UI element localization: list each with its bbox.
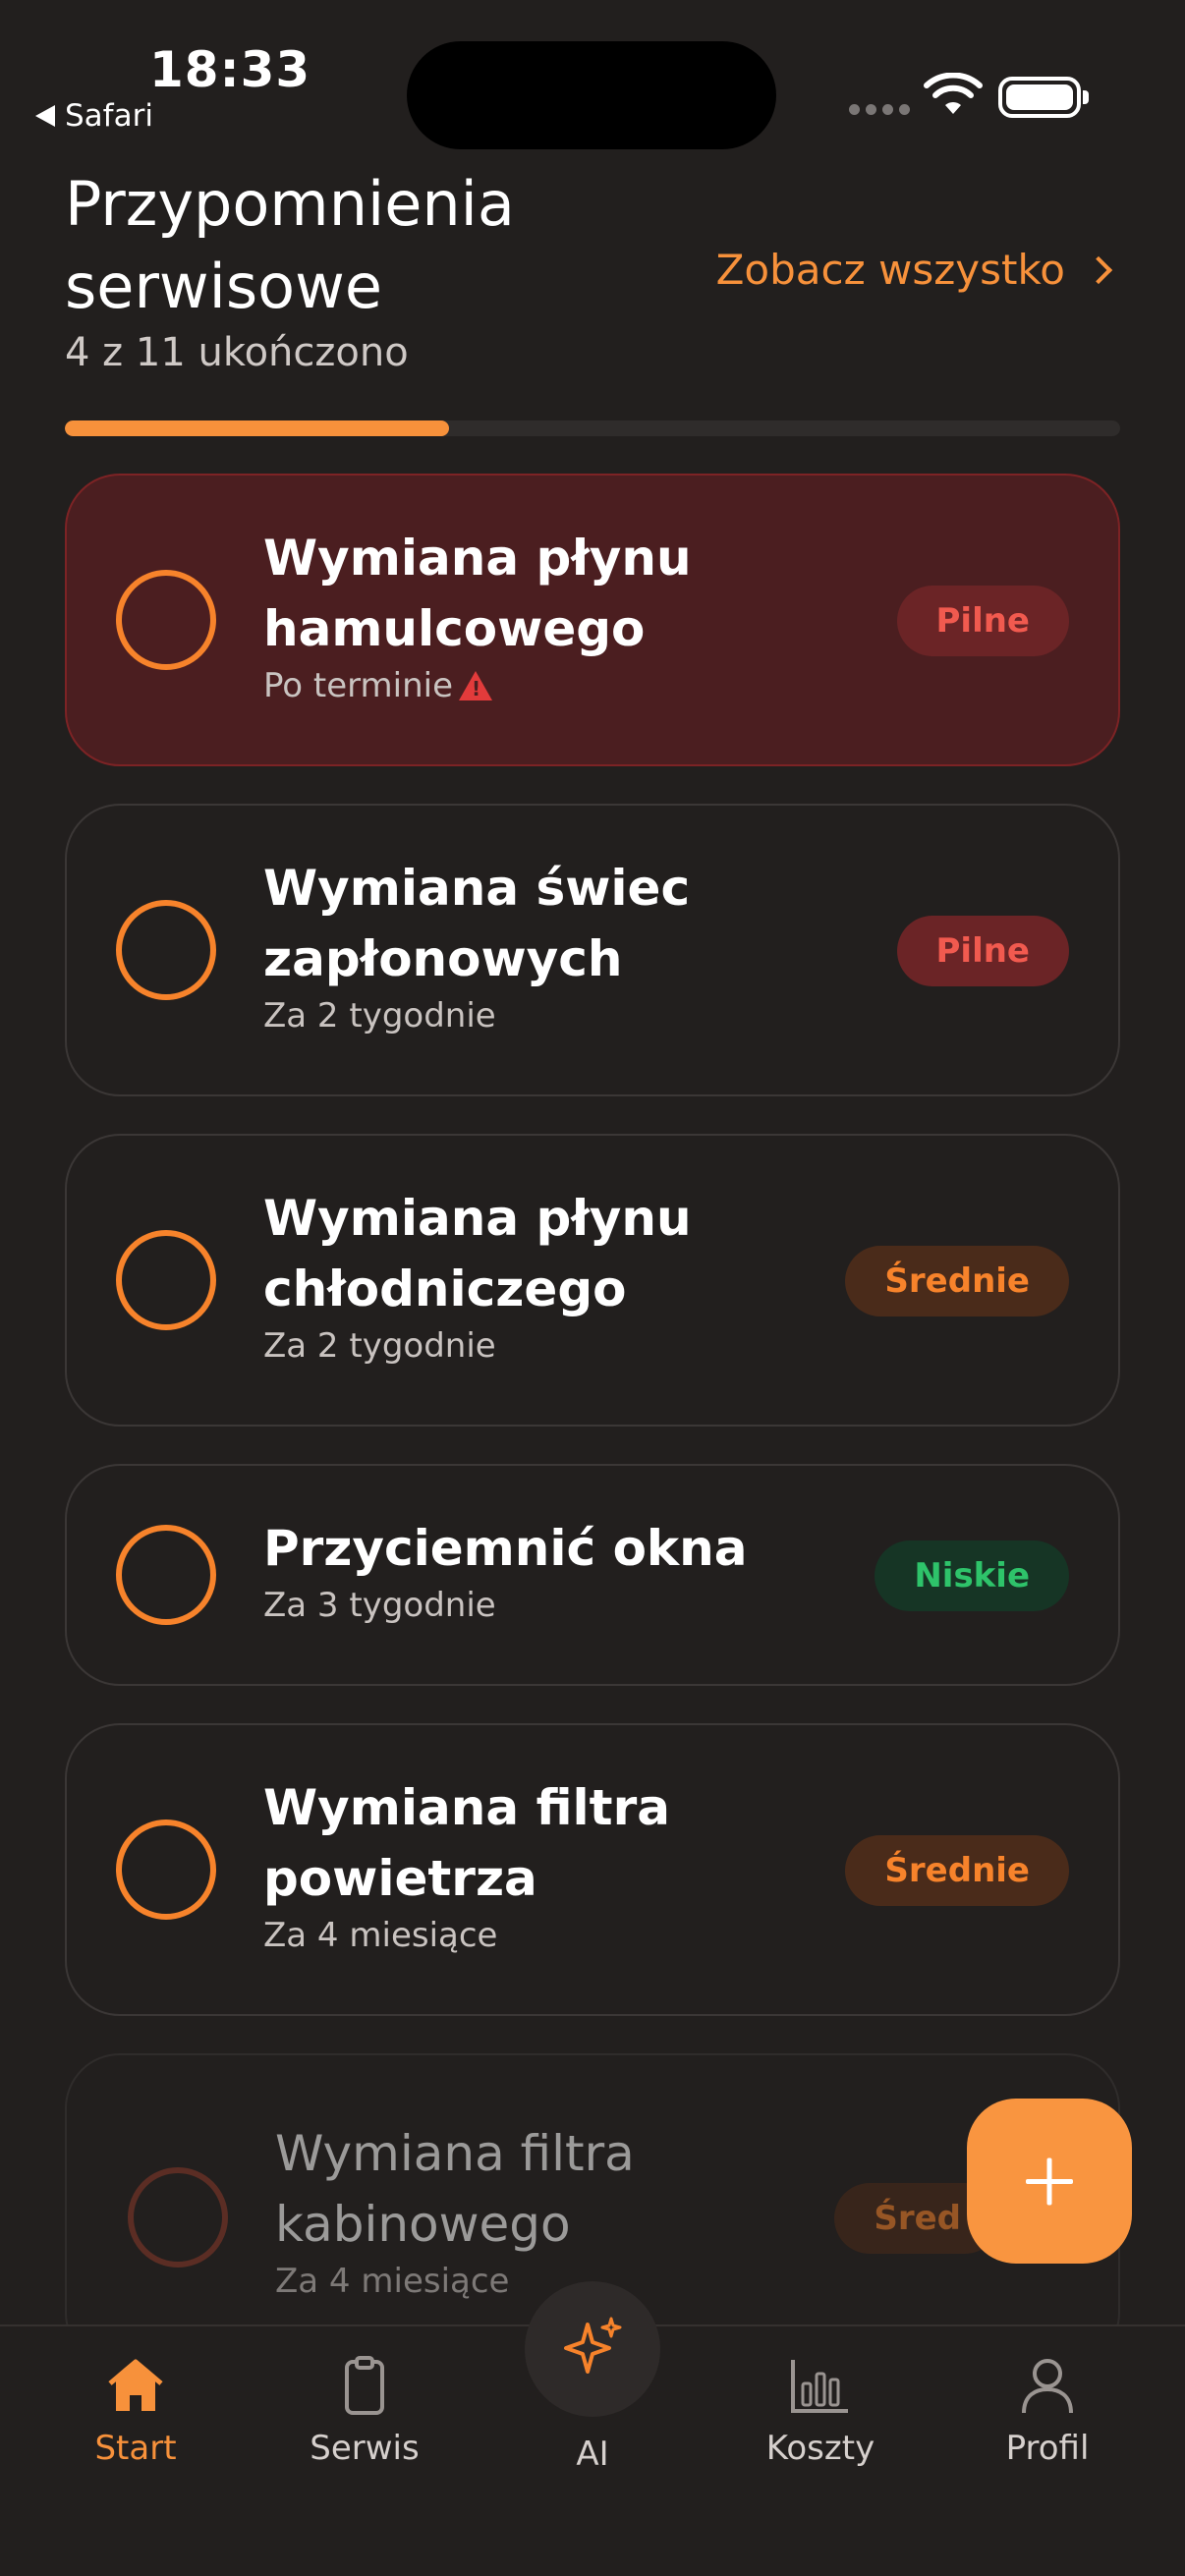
completion-summary: 4 z 11 ukończono bbox=[65, 330, 409, 375]
tab-label: Serwis bbox=[310, 2429, 420, 2468]
reminder-title: Przyciemnić okna bbox=[263, 1520, 748, 1577]
see-all-link[interactable]: Zobacz wszystko bbox=[715, 246, 1113, 294]
reminder-card[interactable]: Wymiana płynu hamulcowego Po terminie Pi… bbox=[65, 474, 1120, 766]
reminder-title: Wymiana filtra kabinowego bbox=[275, 2125, 635, 2253]
battery-icon bbox=[998, 77, 1089, 118]
reminder-due: Za 2 tygodnie bbox=[263, 996, 496, 1036]
reminder-title: Wymiana płynu chłodniczego bbox=[263, 1190, 692, 1317]
priority-badge: Pilne bbox=[896, 916, 1069, 986]
reminder-due: Za 4 miesiące bbox=[275, 2262, 510, 2301]
tab-label-ai: AI bbox=[576, 2435, 609, 2474]
complete-checkbox[interactable] bbox=[116, 570, 216, 670]
clipboard-icon bbox=[345, 2356, 384, 2415]
status-time: 18:33 bbox=[149, 41, 311, 98]
reminder-card[interactable]: Wymiana płynu chłodniczego Za 2 tygodnie… bbox=[65, 1134, 1120, 1427]
tab-label: Start bbox=[94, 2429, 177, 2468]
bar-chart-icon bbox=[791, 2360, 848, 2413]
sparkles-icon bbox=[564, 2317, 622, 2374]
reminder-title: Wymiana świec zapłonowych bbox=[263, 860, 691, 987]
add-reminder-button[interactable] bbox=[967, 2099, 1132, 2264]
reminder-title: Wymiana płynu hamulcowego bbox=[263, 530, 692, 657]
priority-badge: Średnie bbox=[845, 1835, 1069, 1906]
tab-profil[interactable]: Profil bbox=[949, 2356, 1146, 2468]
user-icon bbox=[1022, 2359, 1073, 2414]
complete-checkbox[interactable] bbox=[116, 900, 216, 1000]
back-arrow-icon bbox=[35, 105, 55, 127]
chevron-right-icon bbox=[1084, 255, 1113, 284]
dynamic-island bbox=[407, 41, 776, 149]
tab-label: Koszty bbox=[765, 2429, 875, 2468]
tab-ai[interactable] bbox=[525, 2281, 660, 2417]
tab-start[interactable]: Start bbox=[37, 2356, 234, 2468]
reminder-card[interactable]: Przyciemnić okna Za 3 tygodnie Niskie bbox=[65, 1464, 1120, 1686]
reminder-due: Za 2 tygodnie bbox=[263, 1326, 496, 1366]
priority-badge: Niskie bbox=[875, 1540, 1069, 1611]
cellular-signal-icon bbox=[849, 104, 910, 115]
home-icon bbox=[108, 2359, 163, 2411]
back-label: Safari bbox=[65, 98, 153, 134]
reminder-card[interactable]: Wymiana świec zapłonowych Za 2 tygodnie … bbox=[65, 804, 1120, 1096]
complete-checkbox[interactable] bbox=[116, 1525, 216, 1625]
priority-badge: Pilne bbox=[896, 586, 1069, 656]
progress-fill bbox=[65, 420, 449, 436]
warning-icon bbox=[459, 671, 493, 700]
complete-checkbox[interactable] bbox=[116, 1820, 216, 1920]
complete-checkbox[interactable] bbox=[116, 1230, 216, 1330]
tab-label: Profil bbox=[1005, 2429, 1090, 2468]
see-all-label: Zobacz wszystko bbox=[715, 246, 1065, 294]
priority-badge: Średnie bbox=[845, 1246, 1069, 1316]
reminder-title: Wymiana filtra powietrza bbox=[263, 1779, 670, 1907]
reminder-due: Za 4 miesiące bbox=[263, 1916, 498, 1955]
reminder-due: Za 3 tygodnie bbox=[263, 1586, 496, 1625]
back-to-safari-link[interactable]: Safari bbox=[35, 98, 153, 134]
reminder-due: Po terminie bbox=[263, 666, 454, 705]
completion-progress-bar bbox=[65, 420, 1120, 436]
tab-koszty[interactable]: Koszty bbox=[722, 2356, 919, 2468]
tab-serwis[interactable]: Serwis bbox=[266, 2356, 463, 2468]
complete-checkbox[interactable] bbox=[128, 2167, 228, 2268]
page-title: Przypomnienia serwisowe bbox=[65, 168, 515, 322]
wifi-icon bbox=[924, 73, 983, 114]
reminder-card[interactable]: Wymiana filtra powietrza Za 4 miesiące Ś… bbox=[65, 1723, 1120, 2016]
